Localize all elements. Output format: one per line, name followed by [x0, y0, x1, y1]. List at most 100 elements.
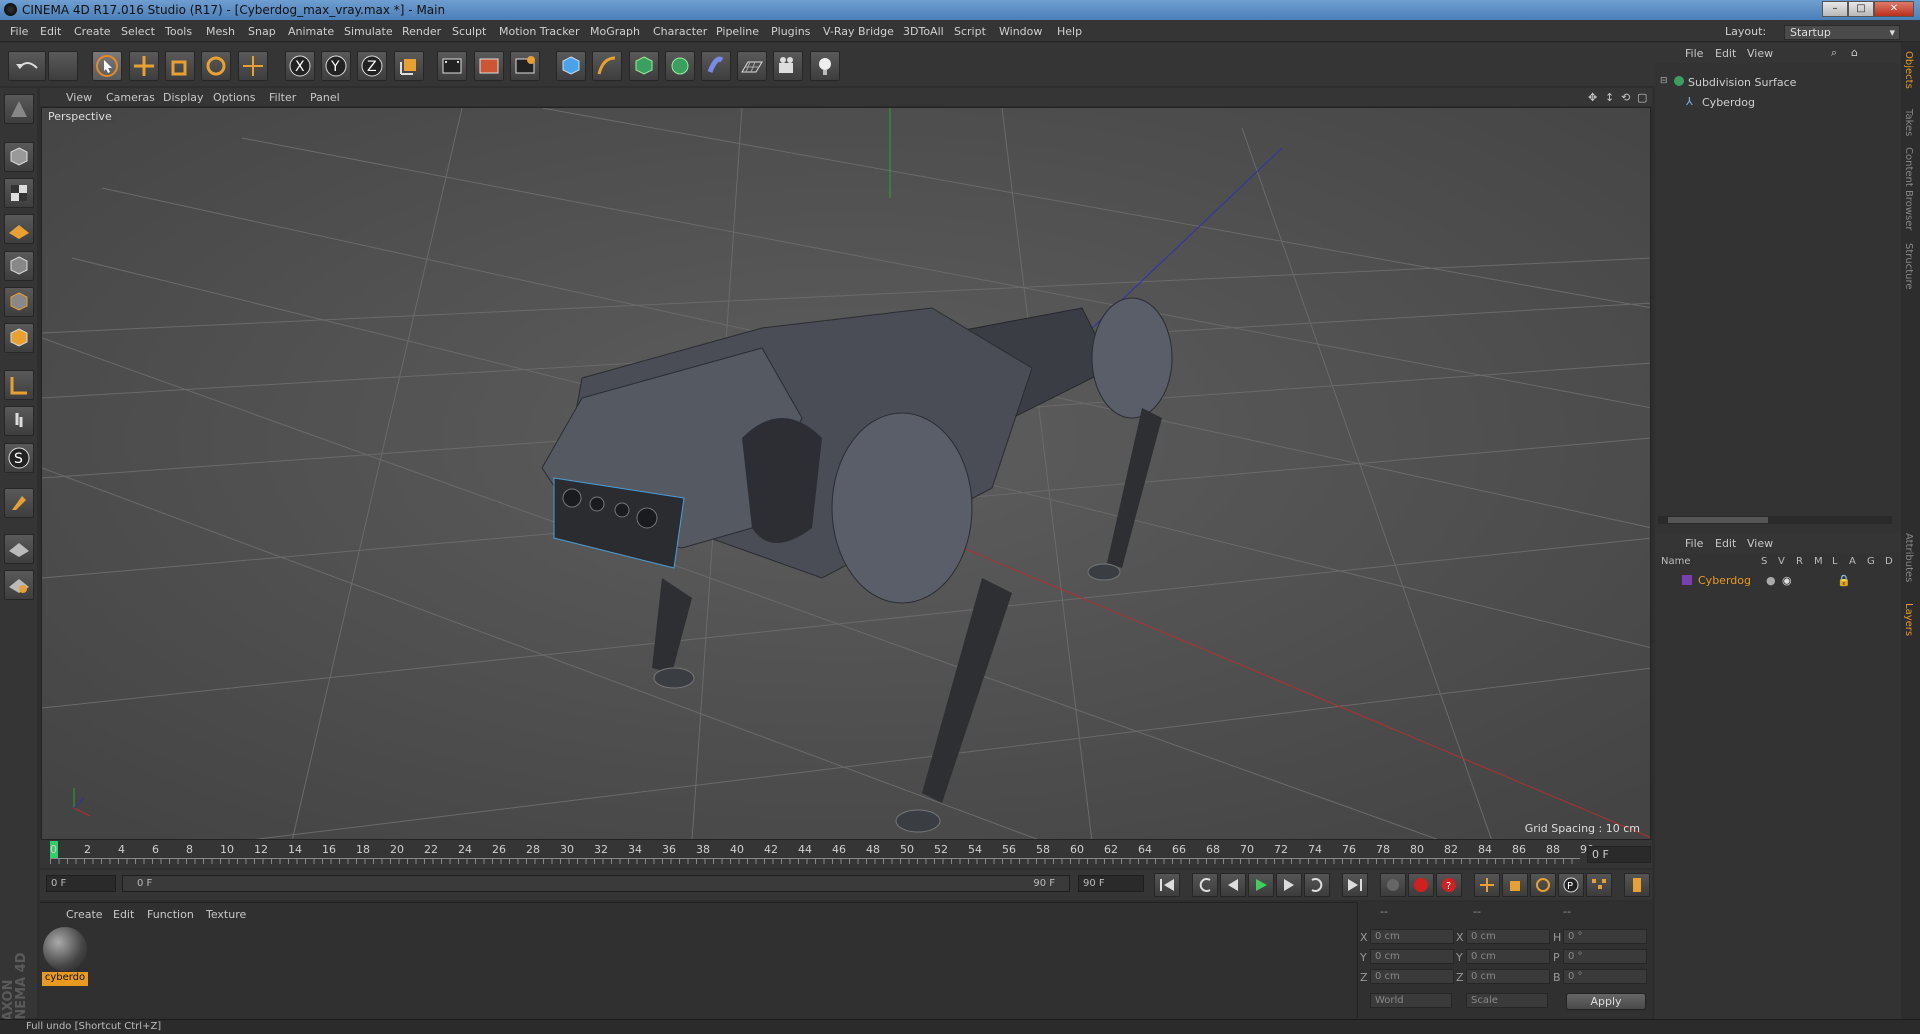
- menu-window[interactable]: Window: [999, 25, 1042, 38]
- viewport-menu-view[interactable]: View: [66, 91, 92, 104]
- tab-structure[interactable]: Structure: [1903, 243, 1914, 290]
- close-button[interactable]: ✕: [1874, 1, 1914, 17]
- undo-button[interactable]: [8, 51, 46, 81]
- previous-key-button[interactable]: [1192, 873, 1218, 897]
- light-icon[interactable]: [810, 51, 840, 81]
- tab-layers[interactable]: Layers: [1903, 603, 1914, 636]
- object-row-cyberdog[interactable]: ⅄ Cyberdog: [1660, 94, 1880, 112]
- menu-pipeline[interactable]: Pipeline: [716, 25, 759, 38]
- size-y-field[interactable]: 0 cm: [1466, 949, 1550, 964]
- coordinate-system-icon[interactable]: [394, 51, 424, 81]
- subdivision-surface-icon[interactable]: [629, 51, 659, 81]
- maximize-button[interactable]: □: [1848, 1, 1874, 17]
- camera-icon[interactable]: [773, 51, 803, 81]
- menu-help[interactable]: Help: [1057, 25, 1082, 38]
- object-row-subdivision-surface[interactable]: ⊟ Subdivision Surface: [1660, 74, 1880, 92]
- menu-animate[interactable]: Animate: [288, 25, 334, 38]
- live-selection-button[interactable]: [238, 51, 268, 81]
- cube-icon[interactable]: [556, 51, 586, 81]
- menu-render[interactable]: Render: [402, 25, 441, 38]
- record-active-objects-icon[interactable]: [1408, 873, 1434, 897]
- frame-range-slider[interactable]: 0 F 90 F: [122, 875, 1070, 892]
- planar-workplane-icon[interactable]: [4, 570, 34, 600]
- edges-mode-icon[interactable]: [4, 287, 34, 317]
- tweak-icon[interactable]: [4, 406, 34, 436]
- size-z-field[interactable]: 0 cm: [1466, 969, 1550, 984]
- object-menu-file[interactable]: File: [1685, 47, 1703, 60]
- menu-mograph[interactable]: MoGraph: [590, 25, 640, 38]
- menu-edit[interactable]: Edit: [40, 25, 61, 38]
- apply-button[interactable]: Apply: [1566, 993, 1646, 1010]
- record-keys-disabled-icon[interactable]: [1380, 873, 1406, 897]
- menu-snap[interactable]: Snap: [248, 25, 276, 38]
- texture-mode-icon[interactable]: [4, 178, 34, 208]
- menu-file[interactable]: File: [10, 25, 28, 38]
- material-thumbnail[interactable]: [43, 927, 87, 971]
- points-mode-icon[interactable]: [4, 251, 34, 281]
- key-rotation-icon[interactable]: [1530, 873, 1556, 897]
- layout-select[interactable]: Startup ▾: [1784, 25, 1900, 40]
- rotation-p-field[interactable]: 0 °: [1563, 949, 1647, 964]
- pen-spline-icon[interactable]: [592, 51, 622, 81]
- scale-tool-button[interactable]: [165, 51, 195, 81]
- autokeying-icon[interactable]: ?: [1436, 873, 1462, 897]
- menu-select[interactable]: Select: [121, 25, 155, 38]
- material-menu-function[interactable]: Function: [147, 908, 194, 921]
- enable-axis-icon[interactable]: [4, 370, 34, 400]
- array-icon[interactable]: [665, 51, 695, 81]
- menu-motion-tracker[interactable]: Motion Tracker: [499, 25, 579, 38]
- maximize-view-icon[interactable]: ▢: [1637, 91, 1647, 104]
- menu-mesh[interactable]: Mesh: [206, 25, 235, 38]
- size-x-field[interactable]: 0 cm: [1466, 929, 1550, 944]
- floor-icon[interactable]: [737, 51, 767, 81]
- position-x-field[interactable]: 0 cm: [1370, 929, 1454, 944]
- rotate-tool-button[interactable]: [201, 51, 231, 81]
- move-tool-button[interactable]: [129, 51, 159, 81]
- render-settings-icon[interactable]: [510, 51, 540, 81]
- render-picture-viewer-icon[interactable]: [474, 51, 504, 81]
- tab-takes[interactable]: Takes: [1903, 109, 1914, 136]
- workplane-icon[interactable]: [4, 214, 34, 244]
- material-menu-texture[interactable]: Texture: [206, 908, 246, 921]
- polygons-mode-icon[interactable]: [4, 323, 34, 353]
- object-menu-view[interactable]: View: [1747, 47, 1773, 60]
- menu-script[interactable]: Script: [954, 25, 986, 38]
- key-scale-icon[interactable]: [1502, 873, 1528, 897]
- y-axis-icon[interactable]: Y: [321, 51, 351, 81]
- collapse-icon[interactable]: ⊟: [1660, 76, 1668, 86]
- play-button[interactable]: [1248, 873, 1274, 897]
- viewport-menu-panel[interactable]: Panel: [310, 91, 340, 104]
- menu-sculpt[interactable]: Sculpt: [452, 25, 486, 38]
- viewport-menu-filter[interactable]: Filter: [269, 91, 296, 104]
- position-z-field[interactable]: 0 cm: [1370, 969, 1454, 984]
- key-position-icon[interactable]: [1474, 873, 1500, 897]
- model-mode-icon[interactable]: [4, 142, 34, 172]
- render-view-icon[interactable]: [437, 51, 467, 81]
- object-menu-edit[interactable]: Edit: [1715, 47, 1736, 60]
- position-y-field[interactable]: 0 cm: [1370, 949, 1454, 964]
- layer-solo-toggle[interactable]: ●: [1766, 574, 1776, 587]
- key-pla-icon[interactable]: [1586, 873, 1612, 897]
- viewport-menu-display[interactable]: Display: [163, 91, 204, 104]
- zoom-view-icon[interactable]: ↕: [1605, 91, 1614, 104]
- menu-tools[interactable]: Tools: [165, 25, 192, 38]
- current-frame-field[interactable]: 0 F: [46, 875, 116, 892]
- previous-frame-button[interactable]: [1220, 873, 1246, 897]
- material-menu-create[interactable]: Create: [66, 908, 103, 921]
- perspective-viewport[interactable]: Perspective Grid Spacing : 10 cm: [41, 107, 1651, 840]
- home-icon[interactable]: ⌂: [1851, 46, 1858, 59]
- viewport-menu-cameras[interactable]: Cameras: [106, 91, 155, 104]
- frame-end-field[interactable]: 0 F: [1587, 846, 1651, 863]
- material-menu-edit[interactable]: Edit: [113, 908, 134, 921]
- go-to-end-button[interactable]: [1342, 873, 1368, 897]
- z-axis-icon[interactable]: Z: [357, 51, 387, 81]
- coordinate-space-select[interactable]: World: [1370, 993, 1452, 1008]
- viewport-menu-options[interactable]: Options: [213, 91, 255, 104]
- deformer-icon[interactable]: [701, 51, 731, 81]
- rotation-h-field[interactable]: 0 °: [1563, 929, 1647, 944]
- solo-icon[interactable]: S: [4, 443, 34, 473]
- menu-plugins[interactable]: Plugins: [771, 25, 810, 38]
- minimize-button[interactable]: –: [1822, 1, 1848, 17]
- redo-button[interactable]: [48, 51, 78, 81]
- size-mode-select[interactable]: Scale: [1466, 993, 1548, 1008]
